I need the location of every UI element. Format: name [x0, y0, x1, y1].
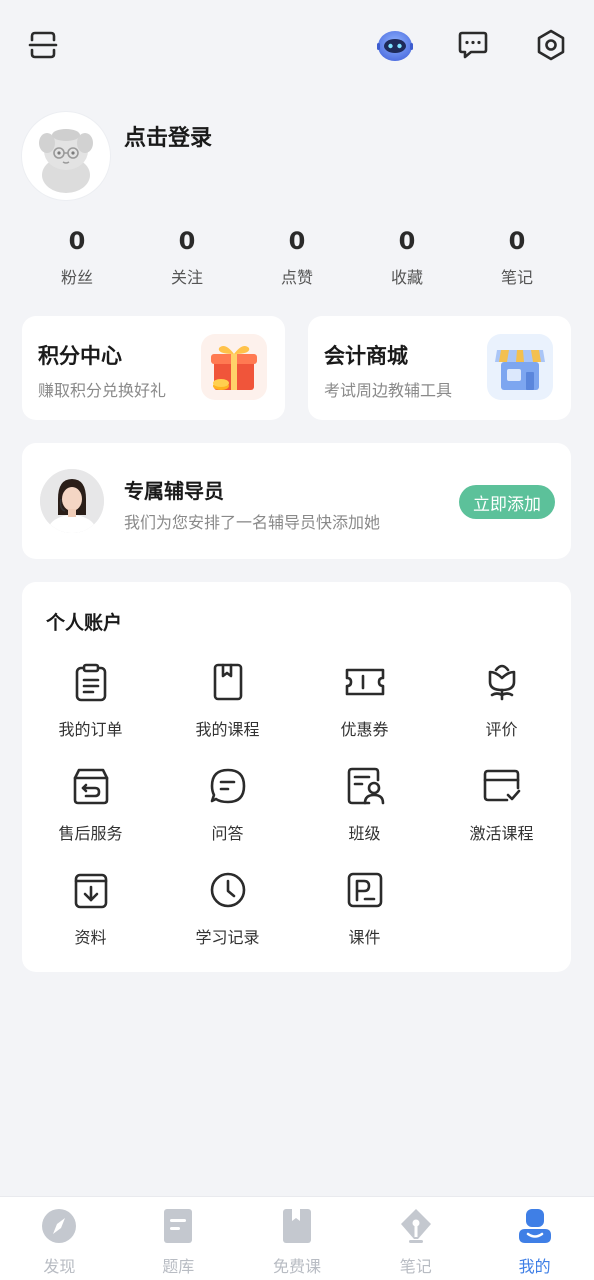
tab-discover[interactable]: 发现: [0, 1197, 119, 1280]
add-tutor-button[interactable]: 立即添加: [459, 485, 555, 519]
stat-value: 0: [508, 227, 526, 255]
points-center-subtitle: 赚取积分兑换好礼: [38, 381, 167, 400]
pen-nib-icon: [400, 1209, 431, 1243]
accounting-store-card[interactable]: 会计商城 考试周边教辅工具: [308, 316, 571, 420]
grid-item-label: 学习记录: [195, 928, 260, 947]
stat-label: 笔记: [500, 268, 533, 287]
stat-value: 0: [398, 227, 416, 255]
tutor-card: 专属辅导员 我们为您安排了一名辅导员快添加她 立即添加: [22, 443, 571, 559]
grid-item-label: 问答: [211, 824, 244, 843]
tab-label: 笔记: [399, 1257, 432, 1276]
order-clipboard-icon: [75, 663, 106, 702]
grid-item-label: 资料: [74, 928, 107, 947]
grid-item-label: 我的课程: [195, 720, 260, 739]
grid-item-after-sales[interactable]: 售后服务: [22, 766, 159, 866]
stat-value: 0: [178, 227, 196, 255]
grid-item-activate-course[interactable]: 激活课程: [433, 766, 570, 866]
tab-notes[interactable]: 笔记: [356, 1197, 475, 1280]
accounting-store-title: 会计商城: [324, 344, 408, 368]
clock-history-icon: [210, 872, 245, 908]
tutor-avatar: [40, 469, 104, 533]
grid-item-label: 激活课程: [469, 824, 534, 843]
grid-item-coupons[interactable]: 优惠券: [296, 662, 433, 762]
scan-icon[interactable]: [22, 24, 64, 66]
course-book-icon: [213, 663, 242, 701]
grid-item-class[interactable]: 班级: [296, 766, 433, 866]
grid-item-study-records[interactable]: 学习记录: [159, 870, 296, 970]
coupon-icon: [345, 668, 384, 696]
tab-mine[interactable]: 我的: [475, 1197, 594, 1280]
grid-item-materials[interactable]: 资料: [22, 870, 159, 970]
grid-item-label: 优惠券: [340, 720, 389, 739]
grid-item-label: 评价: [485, 720, 518, 739]
personal-account-card: 个人账户 我的订单 我的课程 优惠券 评价 售后服务 问答 班级 激活课程 资料…: [22, 582, 571, 972]
stat-label: 收藏: [390, 268, 423, 287]
chat-bubble-icon: [210, 768, 245, 804]
grid-item-my-orders[interactable]: 我的订单: [22, 662, 159, 762]
accounting-store-subtitle: 考试周边教辅工具: [324, 381, 453, 400]
download-materials-icon: [74, 873, 107, 909]
grid-item-label: 售后服务: [58, 824, 123, 843]
profile-icon: [518, 1209, 551, 1243]
stat-value: 0: [68, 227, 86, 255]
top-bar: [0, 0, 594, 90]
grid-item-label: 班级: [348, 824, 381, 843]
flower-rating-icon: [488, 664, 515, 701]
stat-label: 关注: [170, 268, 203, 287]
login-link[interactable]: 点击登录: [124, 120, 212, 152]
grid-item-label: 我的订单: [58, 720, 123, 739]
tab-label: 题库: [162, 1257, 195, 1276]
avatar[interactable]: [22, 112, 110, 200]
stat-label: 粉丝: [60, 268, 93, 287]
robot-assistant-icon[interactable]: [374, 24, 416, 66]
tutor-title: 专属辅导员: [124, 479, 224, 503]
tab-label: 发现: [43, 1257, 76, 1276]
tab-question-bank[interactable]: 题库: [119, 1197, 238, 1280]
after-sales-box-icon: [73, 768, 108, 805]
tab-label: 免费课: [272, 1257, 321, 1276]
free-course-icon: [282, 1209, 311, 1243]
question-bank-icon: [164, 1209, 193, 1243]
class-person-icon: [347, 767, 384, 805]
settings-icon[interactable]: [530, 24, 572, 66]
bottom-tab-bar: 发现 题库 免费课 笔记 我的: [0, 1196, 594, 1280]
courseware-icon: [347, 872, 382, 908]
stat-fans[interactable]: 0 粉丝: [22, 224, 132, 294]
gift-box-icon: [201, 334, 267, 400]
stat-label: 点赞: [280, 268, 313, 287]
grid-item-my-courses[interactable]: 我的课程: [159, 662, 296, 762]
grid-item-label: 课件: [348, 928, 381, 947]
points-center-card[interactable]: 积分中心 赚取积分兑换好礼: [22, 316, 285, 420]
activate-card-icon: [483, 769, 520, 802]
profile-section: 点击登录: [22, 112, 572, 202]
stat-likes[interactable]: 0 点赞: [242, 224, 352, 294]
stat-value: 0: [288, 227, 306, 255]
personal-account-title: 个人账户: [46, 612, 123, 634]
compass-icon: [42, 1209, 77, 1243]
stat-following[interactable]: 0 关注: [132, 224, 242, 294]
stat-favorites[interactable]: 0 收藏: [352, 224, 462, 294]
store-icon: [487, 334, 553, 400]
tab-free-courses[interactable]: 免费课: [238, 1197, 357, 1280]
tab-label: 我的: [518, 1257, 551, 1276]
stats-row: 0 粉丝 0 关注 0 点赞 0 收藏 0 笔记: [22, 224, 572, 294]
grid-item-reviews[interactable]: 评价: [433, 662, 570, 762]
grid-item-qa[interactable]: 问答: [159, 766, 296, 866]
points-center-title: 积分中心: [38, 344, 122, 368]
stat-notes[interactable]: 0 笔记: [462, 224, 572, 294]
message-icon[interactable]: [452, 24, 494, 66]
grid-item-courseware[interactable]: 课件: [296, 870, 433, 970]
tutor-subtitle: 我们为您安排了一名辅导员快添加她: [124, 513, 381, 532]
